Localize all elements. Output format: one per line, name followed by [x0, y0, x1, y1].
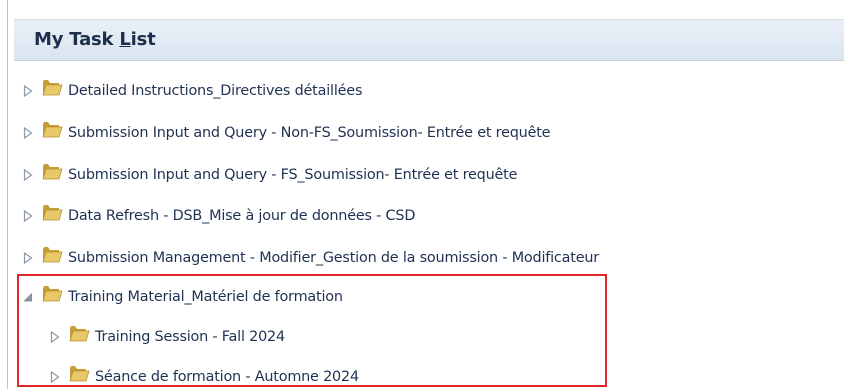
folder-icon [68, 322, 90, 344]
tree-item-label[interactable]: Submission Input and Query - FS_Soumissi… [68, 167, 517, 183]
folder-icon [41, 201, 63, 223]
tree-item-label[interactable]: Séance de formation - Automne 2024 [95, 369, 359, 385]
collapse-triangle-icon[interactable] [22, 290, 34, 304]
panel-divider [7, 0, 8, 389]
tree-item-data-refresh[interactable]: Data Refresh - DSB_Mise à jour de donnée… [22, 201, 415, 231]
expand-triangle-icon[interactable] [22, 209, 34, 223]
tree-item-submission-management[interactable]: Submission Management - Modifier_Gestion… [22, 243, 599, 273]
expand-triangle-icon[interactable] [22, 251, 34, 265]
tree-item-submission-input-non-fs[interactable]: Submission Input and Query - Non-FS_Soum… [22, 118, 551, 148]
folder-icon [41, 282, 63, 304]
task-list-panel: My Task List Detailed Instructions_Direc… [0, 0, 844, 389]
folder-icon [41, 243, 63, 265]
tree-item-label[interactable]: Training Material_Matériel de formation [68, 289, 343, 305]
folder-icon [68, 362, 90, 384]
folder-icon [41, 118, 63, 140]
tree-item-seance-de-formation-automne-2024[interactable]: Séance de formation - Automne 2024 [49, 362, 359, 389]
tree-item-label[interactable]: Data Refresh - DSB_Mise à jour de donnée… [68, 208, 415, 224]
expand-triangle-icon[interactable] [49, 370, 61, 384]
tree-item-label[interactable]: Submission Management - Modifier_Gestion… [68, 250, 599, 266]
panel-title-part-1: My Task [34, 29, 120, 50]
task-list-header: My Task List [14, 19, 844, 61]
folder-icon [41, 76, 63, 98]
expand-triangle-icon[interactable] [22, 168, 34, 182]
tree-item-submission-input-fs[interactable]: Submission Input and Query - FS_Soumissi… [22, 160, 517, 190]
folder-icon [41, 160, 63, 182]
expand-triangle-icon[interactable] [22, 126, 34, 140]
tree-item-training-material[interactable]: Training Material_Matériel de formation [22, 282, 343, 312]
panel-title: My Task List [34, 29, 156, 50]
tree-item-label[interactable]: Detailed Instructions_Directives détaill… [68, 83, 362, 99]
tree-item-detailed-instructions[interactable]: Detailed Instructions_Directives détaill… [22, 76, 362, 106]
tree-item-label[interactable]: Training Session - Fall 2024 [95, 329, 285, 345]
tree-item-label[interactable]: Submission Input and Query - Non-FS_Soum… [68, 125, 551, 141]
panel-title-mnemonic: L [119, 29, 131, 50]
panel-title-part-2: ist [130, 29, 156, 50]
tree-item-training-session-fall-2024[interactable]: Training Session - Fall 2024 [49, 322, 285, 352]
expand-triangle-icon[interactable] [49, 330, 61, 344]
expand-triangle-icon[interactable] [22, 84, 34, 98]
